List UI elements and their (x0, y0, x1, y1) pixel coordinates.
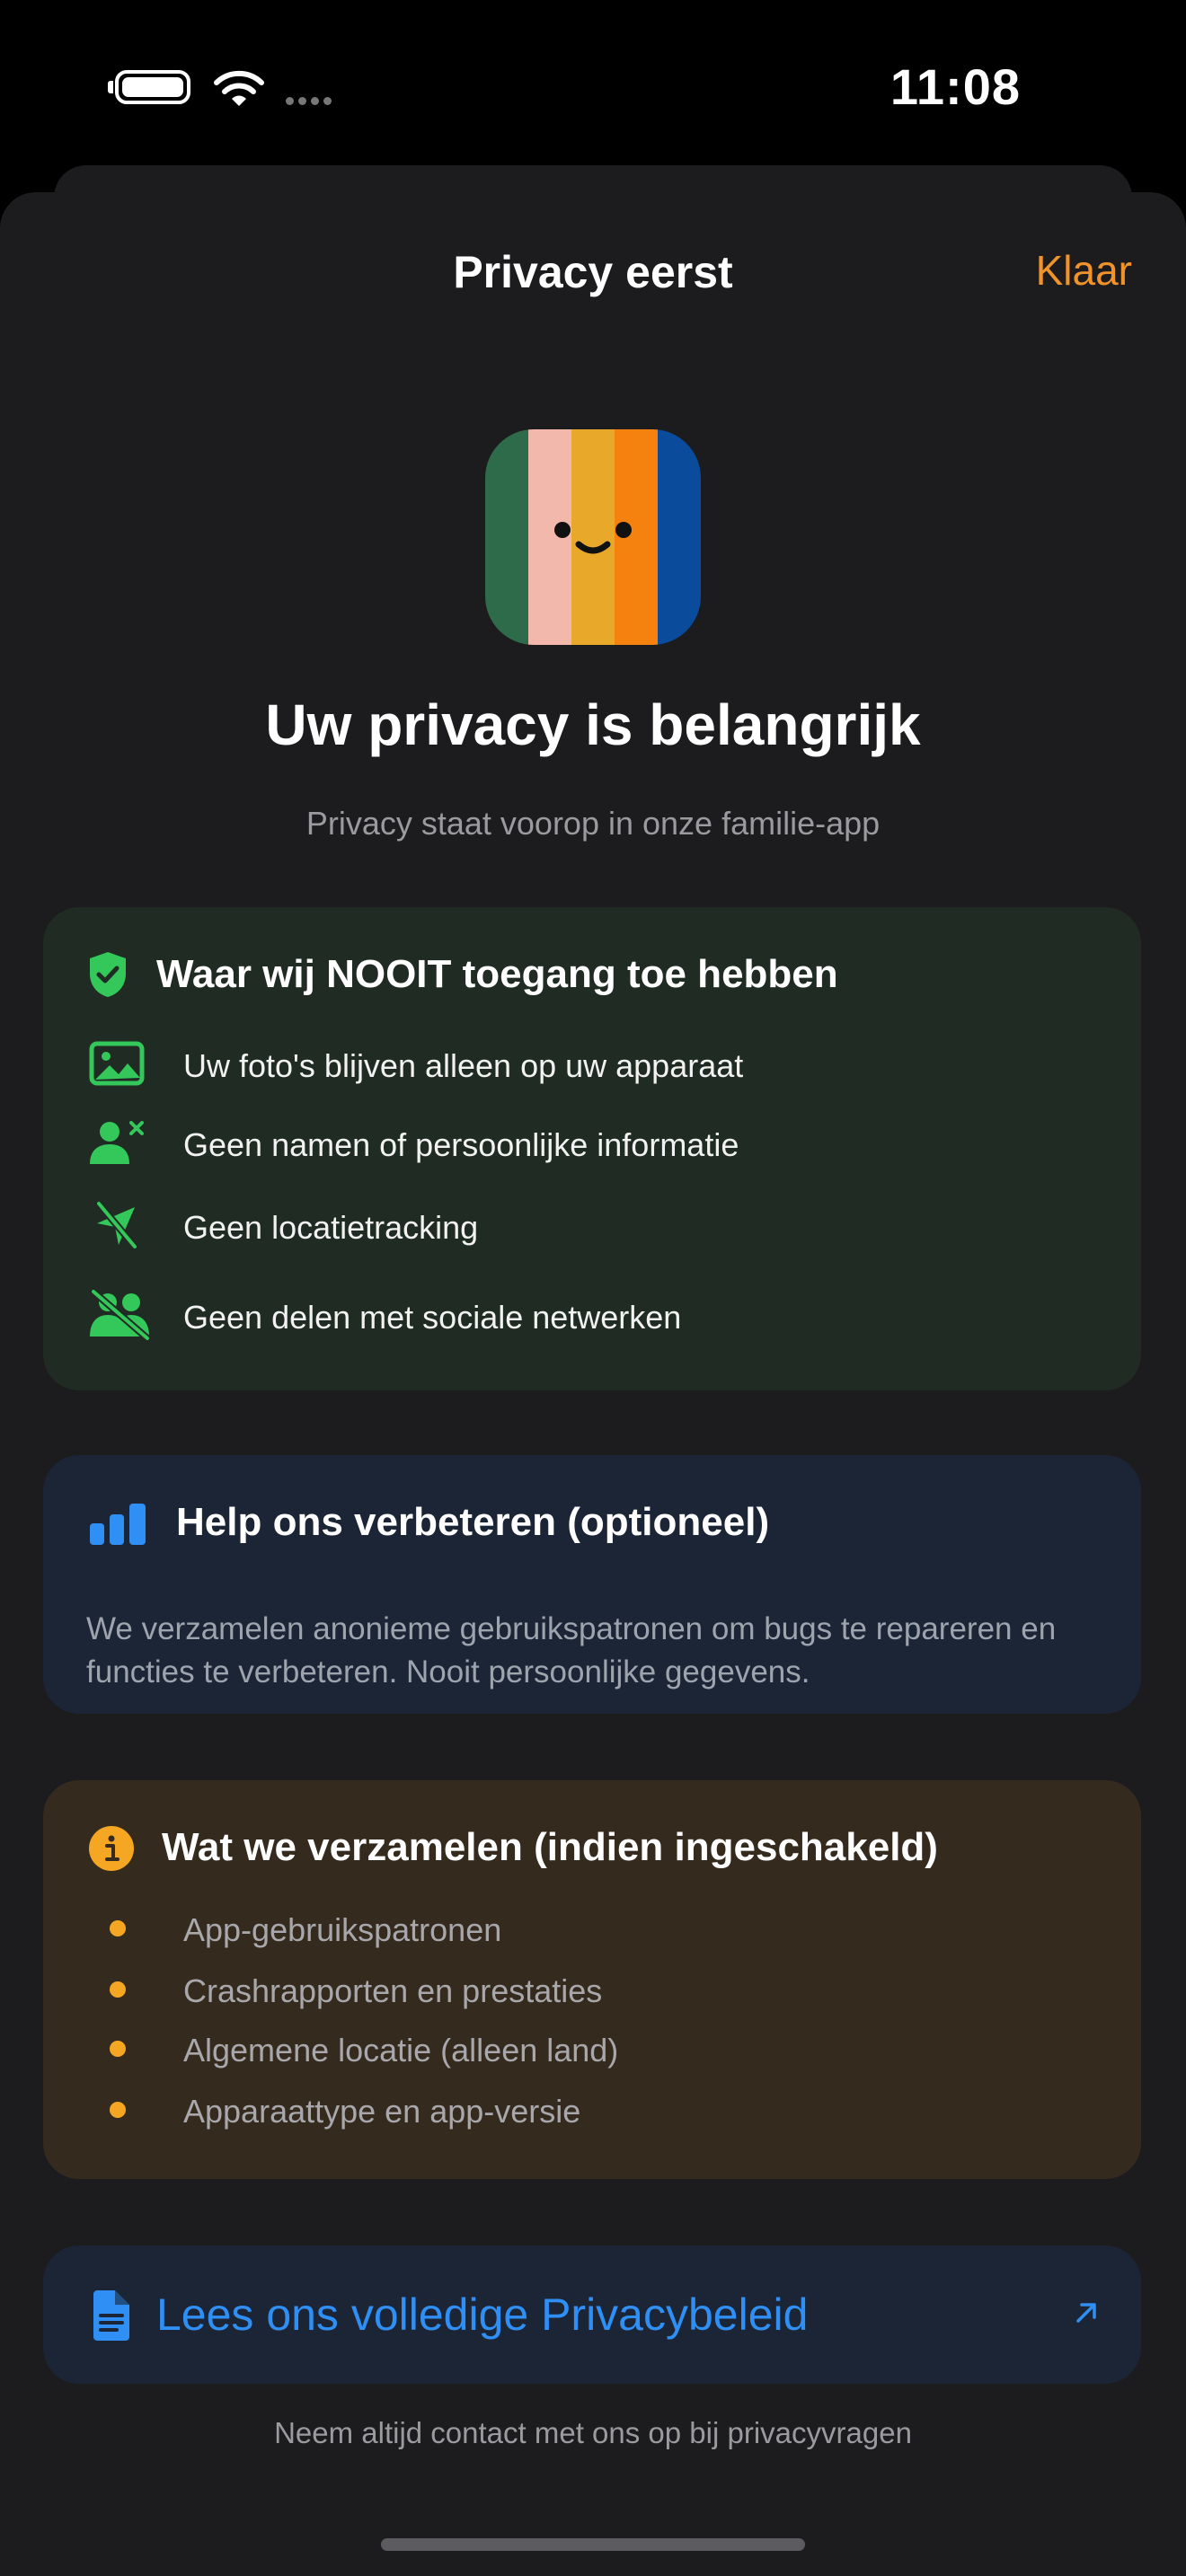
footer-note: Neem altijd contact met ons op bij priva… (274, 2416, 912, 2449)
bullet-dot (110, 1920, 126, 1936)
collect-item: Apparaattype en app-versie (183, 2093, 581, 2130)
photo-icon (89, 1041, 145, 1086)
arrow-up-right-icon (1076, 2303, 1096, 2323)
app-logo (485, 429, 701, 645)
bullet-dot (110, 2041, 126, 2057)
bullet-dot (110, 1981, 126, 1998)
people-slash-icon (90, 1290, 151, 1340)
location-slash-icon (95, 1200, 138, 1250)
status-time: 11:08 (890, 58, 1021, 115)
document-icon (93, 2290, 129, 2341)
never-item-label: Geen delen met sociale netwerken (183, 1299, 682, 1336)
never-access-card: Waar wij NOOIT toegang toe hebben Uw fot… (43, 907, 1141, 1390)
home-indicator[interactable] (381, 2538, 805, 2551)
chart-bar-icon (90, 1504, 146, 1545)
collect-card-title: Wat we verzamelen (indien ingeschakeld) (162, 1825, 938, 1869)
collect-item: Algemene locatie (alleen land) (183, 2032, 619, 2069)
smiley-face-icon (554, 522, 632, 554)
info-circle-icon (89, 1826, 134, 1871)
never-card-title: Waar wij NOOIT toegang toe hebben (156, 952, 838, 996)
collect-item: App-gebruikspatronen (183, 1911, 502, 1948)
shield-check-icon (90, 952, 126, 997)
done-button[interactable]: Klaar (1036, 246, 1132, 295)
person-xmark-icon (90, 1121, 144, 1164)
privacy-policy-label[interactable]: Lees ons volledige Privacybeleid (156, 2289, 808, 2341)
cellular-signal-icon (286, 93, 336, 110)
wifi-icon (214, 70, 264, 106)
help-card-title: Help ons verbeteren (optioneel) (176, 1500, 770, 1544)
hero-title: Uw privacy is belangrijk (265, 693, 921, 757)
collect-item: Crashrapporten en prestaties (183, 1972, 603, 2009)
never-item-label: Uw foto's blijven alleen op uw apparaat (183, 1047, 744, 1084)
help-card-body: We verzamelen anonieme gebruikspatronen … (86, 1611, 1057, 1689)
never-item-label: Geen locatietracking (183, 1209, 479, 1246)
battery-icon (115, 70, 190, 104)
status-bar: 11:08 (0, 0, 1186, 171)
never-item-label: Geen namen of persoonlijke informatie (183, 1126, 739, 1163)
battery-cap (108, 81, 113, 93)
help-improve-card: Help ons verbeteren (optioneel) We verza… (43, 1455, 1141, 1714)
bullet-dot (110, 2102, 126, 2118)
sheet-title: Privacy eerst (453, 247, 733, 297)
privacy-policy-link[interactable]: Lees ons volledige Privacybeleid (43, 2245, 1141, 2384)
data-collection-card: Wat we verzamelen (indien ingeschakeld) … (43, 1780, 1141, 2179)
hero-subtitle: Privacy staat voorop in onze familie-app (305, 805, 881, 842)
